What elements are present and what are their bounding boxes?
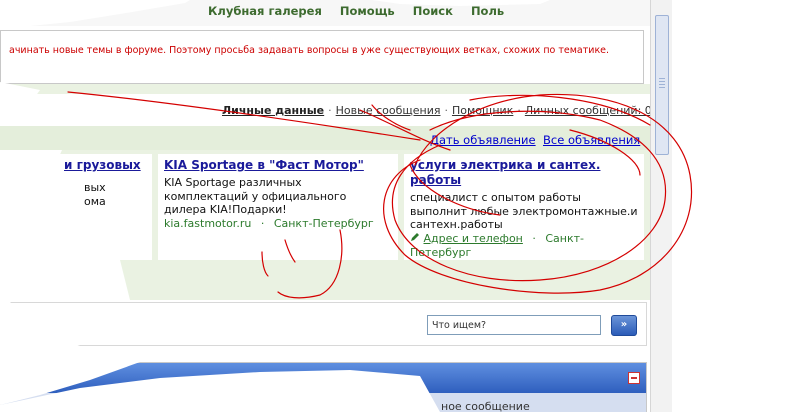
- ad-address-link[interactable]: Адрес и телефон: [424, 232, 523, 245]
- ad-meta: Адрес и телефон · Санкт-Петербург: [410, 232, 642, 260]
- ad-desc-line: сантехн.работы: [410, 218, 503, 231]
- ad-desc-line: дилера KIA!Подарки!: [164, 203, 287, 216]
- ad-desc-line: комплектаций у официального: [164, 189, 347, 203]
- nav-item-search[interactable]: Поиск: [413, 4, 453, 18]
- ad-meta-separator: ·: [532, 231, 536, 245]
- user-menu-new-messages[interactable]: Новые сообщения: [336, 104, 441, 117]
- post-ad-link[interactable]: Дать объявление: [430, 133, 536, 147]
- user-menu-assistant[interactable]: Помощник: [452, 104, 513, 117]
- nav-item-gallery[interactable]: Клубная галерея: [208, 4, 322, 18]
- user-menu: Личные данные · Новые сообщения · Помощник · Л…: [222, 104, 652, 117]
- ad-desc-line: специалист с опытом работы: [410, 191, 581, 204]
- scrollbar-thumb[interactable]: [655, 15, 669, 155]
- divider-band: [0, 84, 650, 94]
- ad-desc-line: KIA Sportage различных: [164, 176, 302, 189]
- ad-desc-line: ома: [84, 194, 106, 208]
- forum-header-bar: [1, 363, 646, 393]
- forum-table-header: ное сообщение: [0, 362, 647, 412]
- ad-card: услуги электрика и сантех. работы специа…: [404, 154, 644, 260]
- ad-description: специалист с опытом работы выполнит любы…: [410, 191, 642, 232]
- ad-title[interactable]: услуги электрика и сантех. работы: [410, 158, 642, 188]
- user-menu-separator: ·: [517, 104, 521, 117]
- notice-text: ачинать новые темы в форуме. Поэтому про…: [9, 45, 610, 56]
- all-ads-link[interactable]: Все объявления: [543, 133, 640, 147]
- ad-title[interactable]: KIA Sportage в "Фаст Мотор": [164, 158, 394, 173]
- forum-page: Клубная галерея Помощь Поиск Поль ачинат…: [0, 0, 801, 412]
- top-nav-links: Клубная галерея Помощь Поиск Поль: [208, 4, 518, 18]
- ad-desc-line: вых: [84, 181, 106, 194]
- ad-desc-line: выполнит любые электромонтажные.и: [410, 204, 638, 218]
- collapse-icon[interactable]: [628, 372, 640, 384]
- ads-area: и грузовых вых ома KIA Sportage в "Фаст …: [0, 150, 650, 260]
- ad-url[interactable]: kia.fastmotor.ru: [164, 217, 251, 230]
- forum-subheader: ное сообщение: [1, 393, 646, 412]
- user-menu-separator: ·: [444, 104, 448, 117]
- forum-notice-panel: ачинать новые темы в форуме. Поэтому про…: [0, 30, 644, 84]
- ad-description: KIA Sportage различных комплектаций у оф…: [164, 176, 394, 217]
- ad-meta-separator: ·: [260, 216, 265, 230]
- ad-card: и грузовых вых ома: [0, 154, 152, 260]
- ad-title[interactable]: и грузовых: [64, 158, 141, 173]
- ad-meta: kia.fastmotor.ru · Санкт-Петербург: [164, 217, 394, 231]
- ad-card: KIA Sportage в "Фаст Мотор" KIA Sportage…: [158, 154, 398, 260]
- pencil-icon: [410, 232, 420, 245]
- scrollbar-grip-icon: [659, 78, 665, 90]
- vertical-scrollbar[interactable]: [650, 0, 673, 412]
- forum-subheader-label: ное сообщение: [441, 400, 530, 412]
- content-band: [0, 260, 650, 300]
- search-row: »: [0, 302, 647, 346]
- user-menu-separator: ·: [328, 104, 332, 117]
- ad-description: вых ома: [84, 181, 141, 208]
- search-input[interactable]: [427, 315, 601, 335]
- ad-region: Санкт-Петербург: [273, 216, 374, 230]
- nav-item-help[interactable]: Помощь: [340, 4, 395, 18]
- nav-item-users[interactable]: Поль: [471, 4, 504, 18]
- ads-header-bar: Дать объявление Все объявления: [0, 126, 650, 150]
- user-menu-private-messages[interactable]: Личных сообщений: 0: [525, 104, 652, 117]
- search-submit-button[interactable]: »: [611, 315, 637, 336]
- top-navigation: Клубная галерея Помощь Поиск Поль: [0, 0, 650, 26]
- user-menu-personal-data[interactable]: Личные данные: [222, 104, 324, 117]
